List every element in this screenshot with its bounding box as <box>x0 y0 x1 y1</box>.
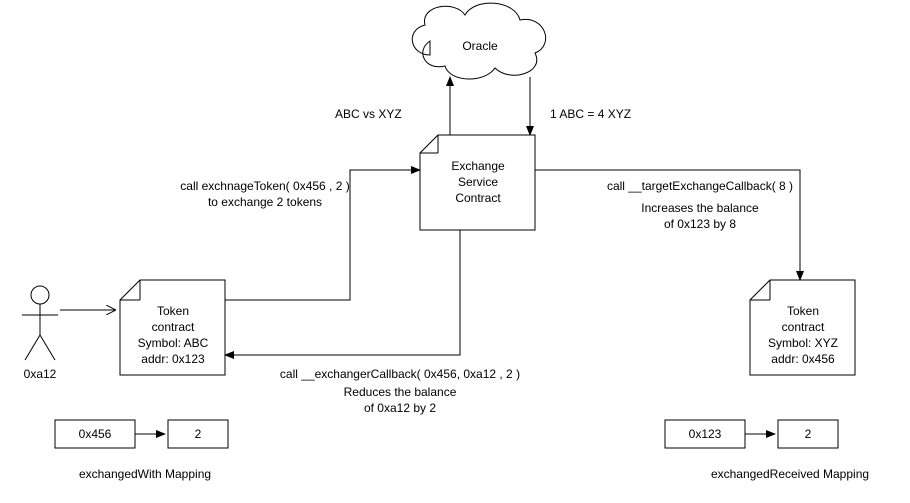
right-call-line3: of 0x123 by 8 <box>664 217 736 231</box>
right-call-line2: Increases the balance <box>641 201 759 215</box>
token-abc-line2: contract <box>152 320 195 334</box>
token-xyz-line1: Token <box>787 304 819 318</box>
token-xyz-line2: contract <box>782 320 825 334</box>
exchange-contract-node: Exchange Service Contract <box>420 135 535 230</box>
token-abc-node: Token contract Symbol: ABC addr: 0x123 <box>120 280 225 375</box>
left-map-val: 2 <box>195 427 202 441</box>
actor-figure: 0xa12 <box>22 286 58 381</box>
token-abc-line1: Token <box>157 304 189 318</box>
oracle-label: Oracle <box>462 39 498 53</box>
right-mapping: 0x123 2 exchangedReceived Mapping <box>665 420 869 481</box>
center-call-line3: of 0xa12 by 2 <box>364 401 436 415</box>
arrow-exchange-to-tokenabc <box>225 230 460 355</box>
oracle-cloud: Oracle <box>412 3 545 79</box>
left-call-line2: to exchange 2 tokens <box>208 195 322 209</box>
token-xyz-node: Token contract Symbol: XYZ addr: 0x456 <box>750 280 855 375</box>
left-map-caption: exchangedWith Mapping <box>79 467 211 481</box>
center-call-line2: Reduces the balance <box>344 385 457 399</box>
right-map-key: 0x123 <box>689 427 722 441</box>
left-map-key: 0x456 <box>79 427 112 441</box>
left-call-line1: call exchnageToken( 0x456 , 2 ) <box>180 179 349 193</box>
center-call-line1: call __exchangerCallback( 0x456, 0xa12 ,… <box>280 367 520 381</box>
oracle-query-label: ABC vs XYZ <box>335 107 402 121</box>
token-abc-line4: addr: 0x123 <box>141 352 205 366</box>
oracle-rate-label: 1 ABC = 4 XYZ <box>550 107 631 121</box>
token-abc-line3: Symbol: ABC <box>138 336 209 350</box>
token-xyz-line4: addr: 0x456 <box>771 352 835 366</box>
token-xyz-line3: Symbol: XYZ <box>768 336 838 350</box>
right-map-val: 2 <box>805 427 812 441</box>
exchange-label-2: Service <box>458 175 498 189</box>
exchange-label-3: Contract <box>455 191 501 205</box>
exchange-label-1: Exchange <box>451 159 505 173</box>
left-mapping: 0x456 2 exchangedWith Mapping <box>55 420 228 481</box>
right-call-line1: call __targetExchangeCallback( 8 ) <box>607 179 793 193</box>
actor-label: 0xa12 <box>24 367 57 381</box>
right-map-caption: exchangedReceived Mapping <box>711 467 869 481</box>
